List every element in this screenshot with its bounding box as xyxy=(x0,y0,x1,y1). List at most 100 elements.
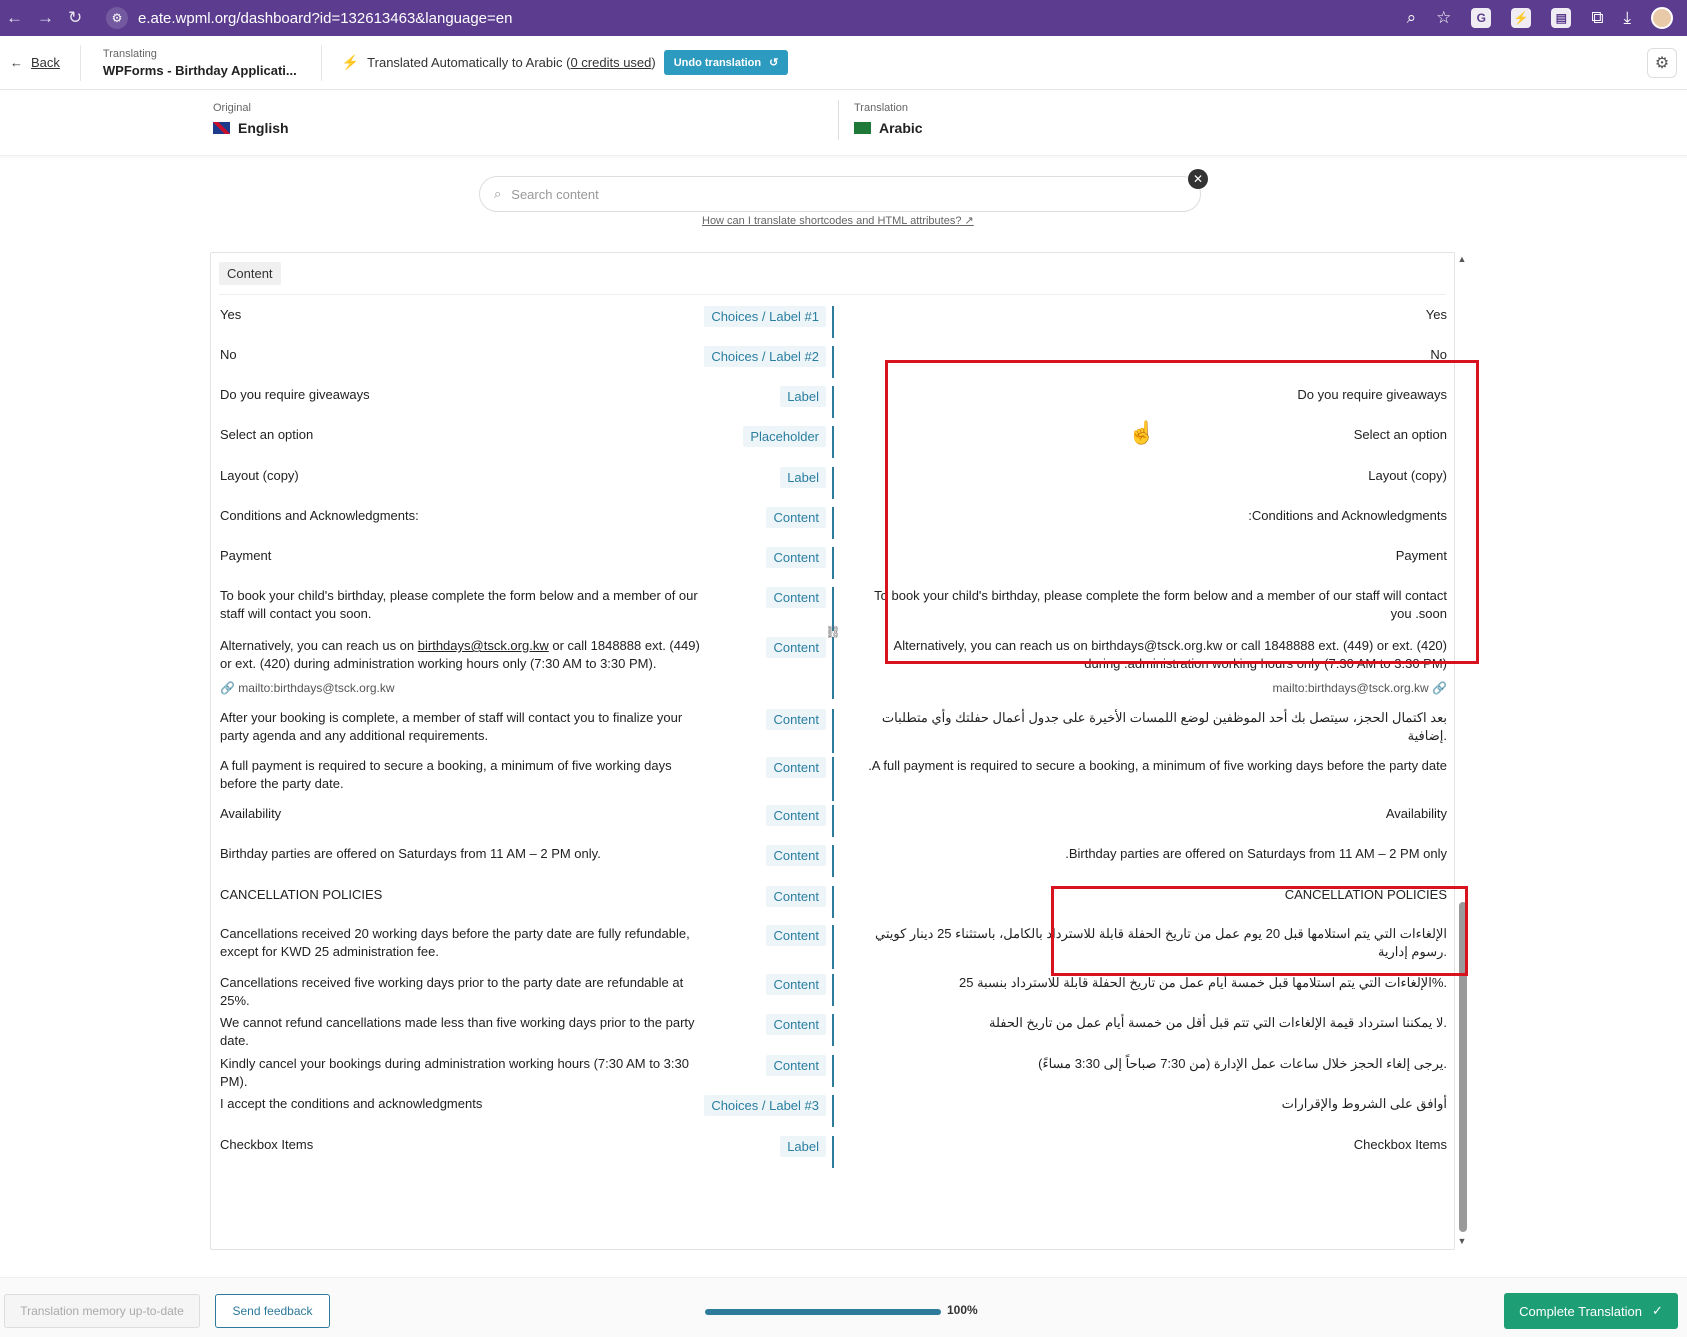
credits-used-link[interactable]: 0 credits used xyxy=(570,55,651,70)
highlight-box-2 xyxy=(1051,886,1468,976)
translation-text[interactable]: يرجى إلغاء الحجز خلال ساعات عمل الإدارة … xyxy=(867,1055,1447,1073)
undo-icon: ↺ xyxy=(769,57,779,69)
original-text: Cancellations received 20 working days b… xyxy=(220,926,690,959)
translation-text[interactable]: الإلغاءات التي يتم استلامها قبل خمسة أيا… xyxy=(867,974,1447,992)
translation-link-note: mailto:birthdays@tsck.org.kw 🔗 xyxy=(1272,681,1447,695)
arabic-flag-icon xyxy=(854,122,871,134)
original-text: I accept the conditions and acknowledgme… xyxy=(220,1096,483,1111)
segment-status-bar xyxy=(832,637,834,699)
segment-status-bar xyxy=(832,757,834,801)
segment-type-badge: Content xyxy=(766,757,826,778)
chain-link-icon[interactable]: ⛓ xyxy=(825,625,841,641)
segment-status-bar xyxy=(832,547,834,579)
forward-arrow-icon[interactable]: → xyxy=(37,8,54,28)
segment-status-bar xyxy=(832,1055,834,1087)
segment-type-badge: Content xyxy=(766,709,826,730)
segment-type-badge: Content xyxy=(766,507,826,528)
search-box[interactable]: ⌕ Search content ✕ xyxy=(479,169,1208,212)
segment-type-badge: Label xyxy=(780,386,826,407)
original-language: Original English xyxy=(213,102,289,136)
footer-bar: Translation memory up-to-date Send feedb… xyxy=(0,1277,1687,1337)
segment-type-badge: Content xyxy=(766,1055,826,1076)
original-text: We cannot refund cancellations made less… xyxy=(220,1015,695,1048)
undo-translation-button[interactable]: Undo translation ↺ xyxy=(663,50,789,75)
bookmark-star-icon[interactable]: ☆ xyxy=(1436,8,1451,28)
language-divider xyxy=(838,100,839,140)
segment-type-badge: Content xyxy=(766,547,826,568)
segment-status-bar xyxy=(832,386,834,418)
translation-text[interactable]: أوافق على الشروط والإقرارات xyxy=(867,1095,1447,1113)
bolt-extension-icon[interactable]: ⚡ xyxy=(1511,8,1532,28)
back-label: Back xyxy=(31,55,60,70)
original-text: Payment xyxy=(220,548,272,563)
translation-memory-button[interactable]: Translation memory up-to-date xyxy=(4,1294,200,1328)
segment-status-bar xyxy=(832,1095,834,1127)
editor-toolbar: ← Back Translating WPForms - Birthday Ap… xyxy=(0,36,1687,90)
browser-actions: ⌕ ☆ G ⚡ ▤ ⧉ ⤓ xyxy=(1407,7,1681,29)
original-text: Do you require giveaways xyxy=(220,387,370,402)
translating-label: Translating xyxy=(102,47,157,60)
close-icon[interactable]: ✕ xyxy=(1188,169,1208,189)
original-text: Availability xyxy=(220,806,282,821)
original-text: To book your child's birthday, please co… xyxy=(220,588,698,621)
original-text: No xyxy=(220,347,237,362)
external-link-icon: ↗ xyxy=(964,215,974,227)
reload-icon[interactable]: ↻ xyxy=(68,8,82,28)
highlight-box-1 xyxy=(885,360,1479,664)
segment-status-bar xyxy=(832,925,834,969)
send-feedback-button[interactable]: Send feedback xyxy=(215,1294,330,1328)
segment-status-bar xyxy=(832,974,834,1006)
progress-bar xyxy=(705,1309,941,1315)
shortcodes-help-link[interactable]: How can I translate shortcodes and HTML … xyxy=(702,214,974,227)
download-icon[interactable]: ⤓ xyxy=(1623,8,1631,28)
address-bar[interactable]: ⚙ e.ate.wpml.org/dashboard?id=132613463&… xyxy=(106,4,1407,32)
original-language-name: English xyxy=(238,120,289,136)
translation-text[interactable]: Yes xyxy=(867,306,1447,324)
original-text: A full payment is required to secure a b… xyxy=(220,758,672,791)
segment-type-badge: Placeholder xyxy=(743,426,826,447)
segment-type-badge: Content xyxy=(766,925,826,946)
original-text: Conditions and Acknowledgments: xyxy=(220,508,419,523)
zoom-icon[interactable]: ⌕ xyxy=(1407,8,1417,28)
original-text: Kindly cancel your bookings during admin… xyxy=(220,1056,689,1089)
link-icon: 🔗 xyxy=(1428,681,1447,695)
grammarly-extension-icon[interactable]: G xyxy=(1471,8,1492,28)
arrow-left-icon: ← xyxy=(10,55,23,70)
original-text: Yes xyxy=(220,307,242,322)
original-text: CANCELLATION POLICIES xyxy=(220,887,383,902)
translation-language-name: Arabic xyxy=(879,120,923,136)
translation-text[interactable]: Checkbox Items xyxy=(867,1136,1447,1154)
id-extension-icon[interactable]: ▤ xyxy=(1551,8,1572,28)
original-text: Layout (copy) xyxy=(220,468,299,483)
extensions-puzzle-icon[interactable]: ⧉ xyxy=(1591,8,1603,28)
segment-type-badge: Choices / Label #3 xyxy=(704,1095,826,1116)
document-name: WPForms - Birthday Applicati... xyxy=(102,62,297,78)
original-link-note: 🔗 mailto:birthdays@tsck.org.kw xyxy=(220,681,395,695)
segment-status-bar xyxy=(832,346,834,378)
back-link[interactable]: ← Back xyxy=(10,44,81,81)
profile-avatar[interactable] xyxy=(1651,7,1673,29)
translation-text[interactable]: بعد اكتمال الحجز، سيتصل بك أحد الموظفين … xyxy=(867,709,1447,745)
scroll-down-icon[interactable]: ▼ xyxy=(1457,1236,1467,1246)
translation-text[interactable]: Availability xyxy=(867,805,1447,823)
panel-header: Content xyxy=(219,253,1446,295)
translation-text[interactable]: لا يمكننا استرداد قيمة الإلغاءات التي تت… xyxy=(867,1014,1447,1032)
segment-status-bar xyxy=(832,845,834,877)
check-icon: ✓ xyxy=(1651,1303,1663,1318)
original-text: Checkbox Items xyxy=(220,1137,314,1152)
link-icon: 🔗 xyxy=(220,681,239,695)
url-text: e.ate.wpml.org/dashboard?id=132613463&la… xyxy=(138,9,513,27)
complete-translation-button[interactable]: Complete Translation ✓ xyxy=(1504,1293,1678,1329)
browser-toolbar: ← → ↻ ⚙ e.ate.wpml.org/dashboard?id=1326… xyxy=(0,0,1687,36)
scroll-up-icon[interactable]: ▲ xyxy=(1457,254,1467,264)
settings-gear-icon[interactable]: ⚙ xyxy=(1647,47,1677,78)
translation-text[interactable]: .Birthday parties are offered on Saturda… xyxy=(867,845,1447,863)
translation-text[interactable]: .A full payment is required to secure a … xyxy=(867,757,1447,775)
section-chip: Content xyxy=(219,262,281,285)
segment-type-badge: Content xyxy=(766,886,826,907)
email-link[interactable]: birthdays@tsck.org.kw xyxy=(418,638,549,653)
translation-label: Translation xyxy=(854,102,909,114)
back-arrow-icon[interactable]: ← xyxy=(6,8,23,28)
search-input[interactable]: Search content xyxy=(511,187,598,202)
site-settings-icon[interactable]: ⚙ xyxy=(106,7,128,29)
